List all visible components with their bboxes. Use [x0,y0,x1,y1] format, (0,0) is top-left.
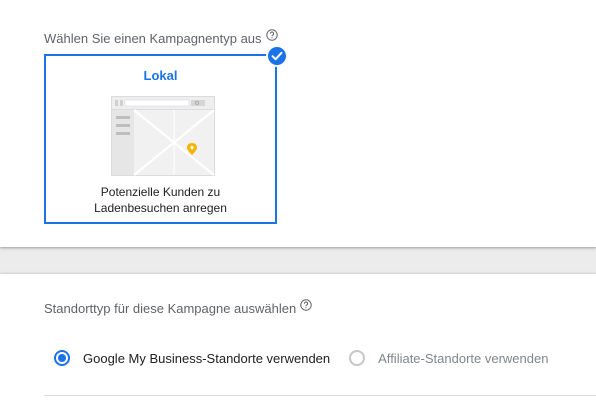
help-circle-icon[interactable] [265,28,278,41]
campaign-type-label-text: Wählen Sie einen Kampagnentyp aus [44,31,262,46]
tile-title: Lokal [143,68,178,83]
tile-description-line2: Ladenbesuchen anregen [94,201,227,215]
map-browser-illustration [111,96,215,176]
tile-description: Potenzielle Kunden zu Ladenbesuchen anre… [46,184,275,216]
radio-label-google-my-business: Google My Business-Standorte verwenden [83,350,331,366]
location-type-label-text: Standorttyp für diese Kampagne auswählen [44,301,297,316]
check-circle-icon [266,45,288,67]
radio-unselected-icon[interactable] [349,350,366,366]
campaign-type-label: Wählen Sie einen Kampagnentyp aus [44,28,278,46]
radio-label-affiliate: Affiliate-Standorte verwenden [378,350,549,366]
radio-google-my-business[interactable]: Google My Business-Standorte verwenden [54,350,330,366]
help-circle-icon[interactable] [300,298,312,311]
divider [44,395,596,396]
radio-affiliate[interactable]: Affiliate-Standorte verwenden [349,350,548,366]
radio-selected-icon[interactable] [54,350,70,366]
tile-description-line1: Potenzielle Kunden zu [100,185,221,199]
campaign-type-tile-local[interactable]: Lokal Potenzielle Kunden zu Ladenbesuche… [44,54,277,224]
location-type-label: Standorttyp für diese Kampagne auswählen [44,298,312,316]
location-type-card: Standorttyp für diese Kampagne auswählen… [0,274,596,403]
campaign-type-card: Wählen Sie einen Kampagnentyp aus Lokal [0,0,596,247]
location-type-radio-group: Google My Business-Standorte verwenden A… [54,350,567,366]
